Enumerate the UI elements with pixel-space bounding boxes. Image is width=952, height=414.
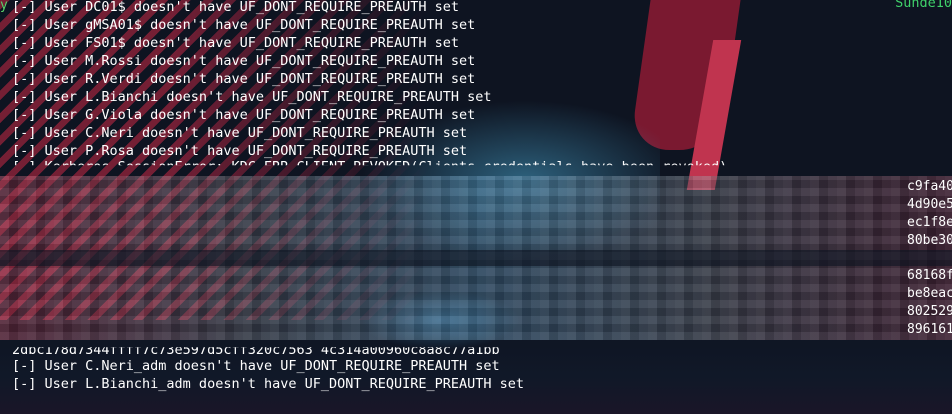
- prompt-fragment-left: y: [0, 0, 8, 12]
- output-line-partial: [-] Kerberos SessionError: KDC_ERR_CLIEN…: [12, 159, 728, 175]
- output-line: [-] User DC01$ doesn't have UF_DONT_REQU…: [12, 0, 460, 15]
- prompt-fragment-right: Sunde10: [895, 0, 952, 11]
- hash-fragment: 802529: [907, 304, 952, 319]
- output-line: [-] User gMSA01$ doesn't have UF_DONT_RE…: [12, 17, 476, 33]
- hash-fragment: ec1f8e: [907, 215, 952, 230]
- hash-fragment: 896161: [907, 322, 952, 337]
- hash-fragment: 80be30: [907, 233, 952, 248]
- output-line: [-] User G.Viola doesn't have UF_DONT_RE…: [12, 107, 476, 123]
- output-line: [-] User C.Neri_adm doesn't have UF_DONT…: [12, 358, 500, 374]
- redaction-gap: [0, 250, 952, 266]
- output-line: [-] User FS01$ doesn't have UF_DONT_REQU…: [12, 35, 460, 51]
- hash-fragment: be8eac: [907, 286, 952, 301]
- hash-fragment: 68168f: [907, 268, 952, 283]
- output-line: [-] User L.Bianchi doesn't have UF_DONT_…: [12, 89, 492, 105]
- output-line: [-] User M.Rossi doesn't have UF_DONT_RE…: [12, 53, 476, 69]
- terminal-output: y Sunde10 [-] User DC01$ doesn't have UF…: [0, 0, 952, 414]
- output-line: [-] User R.Verdi doesn't have UF_DONT_RE…: [12, 71, 476, 87]
- output-line: [-] User L.Bianchi_adm doesn't have UF_D…: [12, 376, 525, 392]
- hash-fragment: 4d90e5: [907, 197, 952, 212]
- output-line: [-] User P.Rosa doesn't have UF_DONT_REQ…: [12, 143, 468, 159]
- output-line: [-] User C.Neri doesn't have UF_DONT_REQ…: [12, 125, 468, 141]
- hash-fragment: c9fa40: [907, 179, 952, 194]
